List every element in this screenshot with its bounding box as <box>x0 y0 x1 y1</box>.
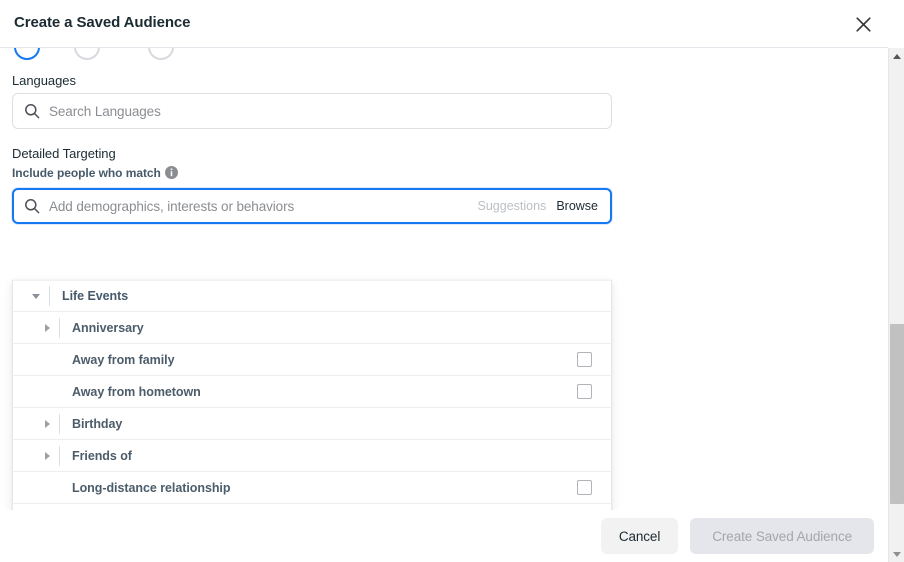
dropdown-row[interactable]: Anniversary <box>13 312 611 344</box>
chevron-right-icon <box>45 324 50 332</box>
dialog-header: Create a Saved Audience <box>0 0 888 48</box>
scroll-up-arrow-icon[interactable] <box>889 48 904 64</box>
detailed-targeting-label: Detailed Targeting <box>12 146 116 161</box>
include-people-who-match-row: Include people who match <box>12 166 178 182</box>
row-checkbox[interactable] <box>577 352 592 367</box>
create-saved-audience-button[interactable]: Create Saved Audience <box>690 518 874 554</box>
chevron-down-icon <box>32 294 40 299</box>
close-icon <box>856 17 871 32</box>
languages-label: Languages <box>12 73 76 88</box>
dialog-body: Languages Search Languages Detailed Targ… <box>0 48 888 510</box>
vertical-scrollbar[interactable] <box>888 48 904 562</box>
browse-link[interactable]: Browse <box>556 199 598 213</box>
scroll-down-arrow-icon[interactable] <box>889 546 904 562</box>
close-button[interactable] <box>848 9 878 39</box>
chevron-right-icon <box>45 452 50 460</box>
stepper <box>0 48 888 60</box>
dropdown-row[interactable]: Long-distance relationship <box>13 472 611 504</box>
suggestions-link[interactable]: Suggestions <box>478 199 547 213</box>
dropdown-row[interactable]: Away from family <box>13 344 611 376</box>
expand-toggle[interactable] <box>13 408 59 439</box>
expand-toggle[interactable] <box>13 440 59 471</box>
dropdown-row-label: Long-distance relationship <box>60 481 577 495</box>
cancel-button[interactable]: Cancel <box>601 518 678 554</box>
dropdown-row[interactable]: Life Events <box>13 280 611 312</box>
expand-toggle[interactable] <box>13 281 49 311</box>
scrollbar-thumb[interactable] <box>890 324 904 504</box>
search-icon <box>24 103 40 119</box>
row-checkbox[interactable] <box>577 384 592 399</box>
page-title: Create a Saved Audience <box>14 14 190 31</box>
detailed-targeting-search-placeholder: Add demographics, interests or behaviors <box>49 199 478 214</box>
search-icon <box>24 198 40 214</box>
languages-search-placeholder: Search Languages <box>49 104 611 119</box>
dropdown-row-label: Anniversary <box>60 321 611 335</box>
dropdown-row-label: Away from family <box>60 353 577 367</box>
stepper-step-3[interactable] <box>148 48 174 60</box>
dropdown-row[interactable]: Birthday <box>13 408 611 440</box>
row-checkbox[interactable] <box>577 480 592 495</box>
dropdown-row[interactable]: Away from hometown <box>13 376 611 408</box>
detailed-targeting-search-input[interactable]: Add demographics, interests or behaviors… <box>12 188 612 224</box>
stepper-step-2[interactable] <box>74 48 100 60</box>
dropdown-row[interactable]: Friends of <box>13 440 611 472</box>
create-saved-audience-dialog: Create a Saved Audience Languages <box>0 0 904 562</box>
dropdown-row-label: Life Events <box>50 289 611 303</box>
dropdown-row-label: Birthday <box>60 417 611 431</box>
dropdown-row-label: Friends of <box>60 449 611 463</box>
detailed-targeting-dropdown: Life Events Anniversary Away from family Aw… <box>12 280 612 510</box>
dropdown-row-label: Away from hometown <box>60 385 577 399</box>
include-people-who-match-label: Include people who match <box>12 166 161 180</box>
dialog-footer: Cancel Create Saved Audience <box>0 510 888 562</box>
expand-toggle[interactable] <box>13 312 59 343</box>
info-icon[interactable] <box>165 166 178 182</box>
search-actions: Suggestions Browse <box>478 199 599 213</box>
languages-search-input[interactable]: Search Languages <box>12 93 612 129</box>
stepper-step-1[interactable] <box>14 48 40 60</box>
chevron-right-icon <box>45 420 50 428</box>
